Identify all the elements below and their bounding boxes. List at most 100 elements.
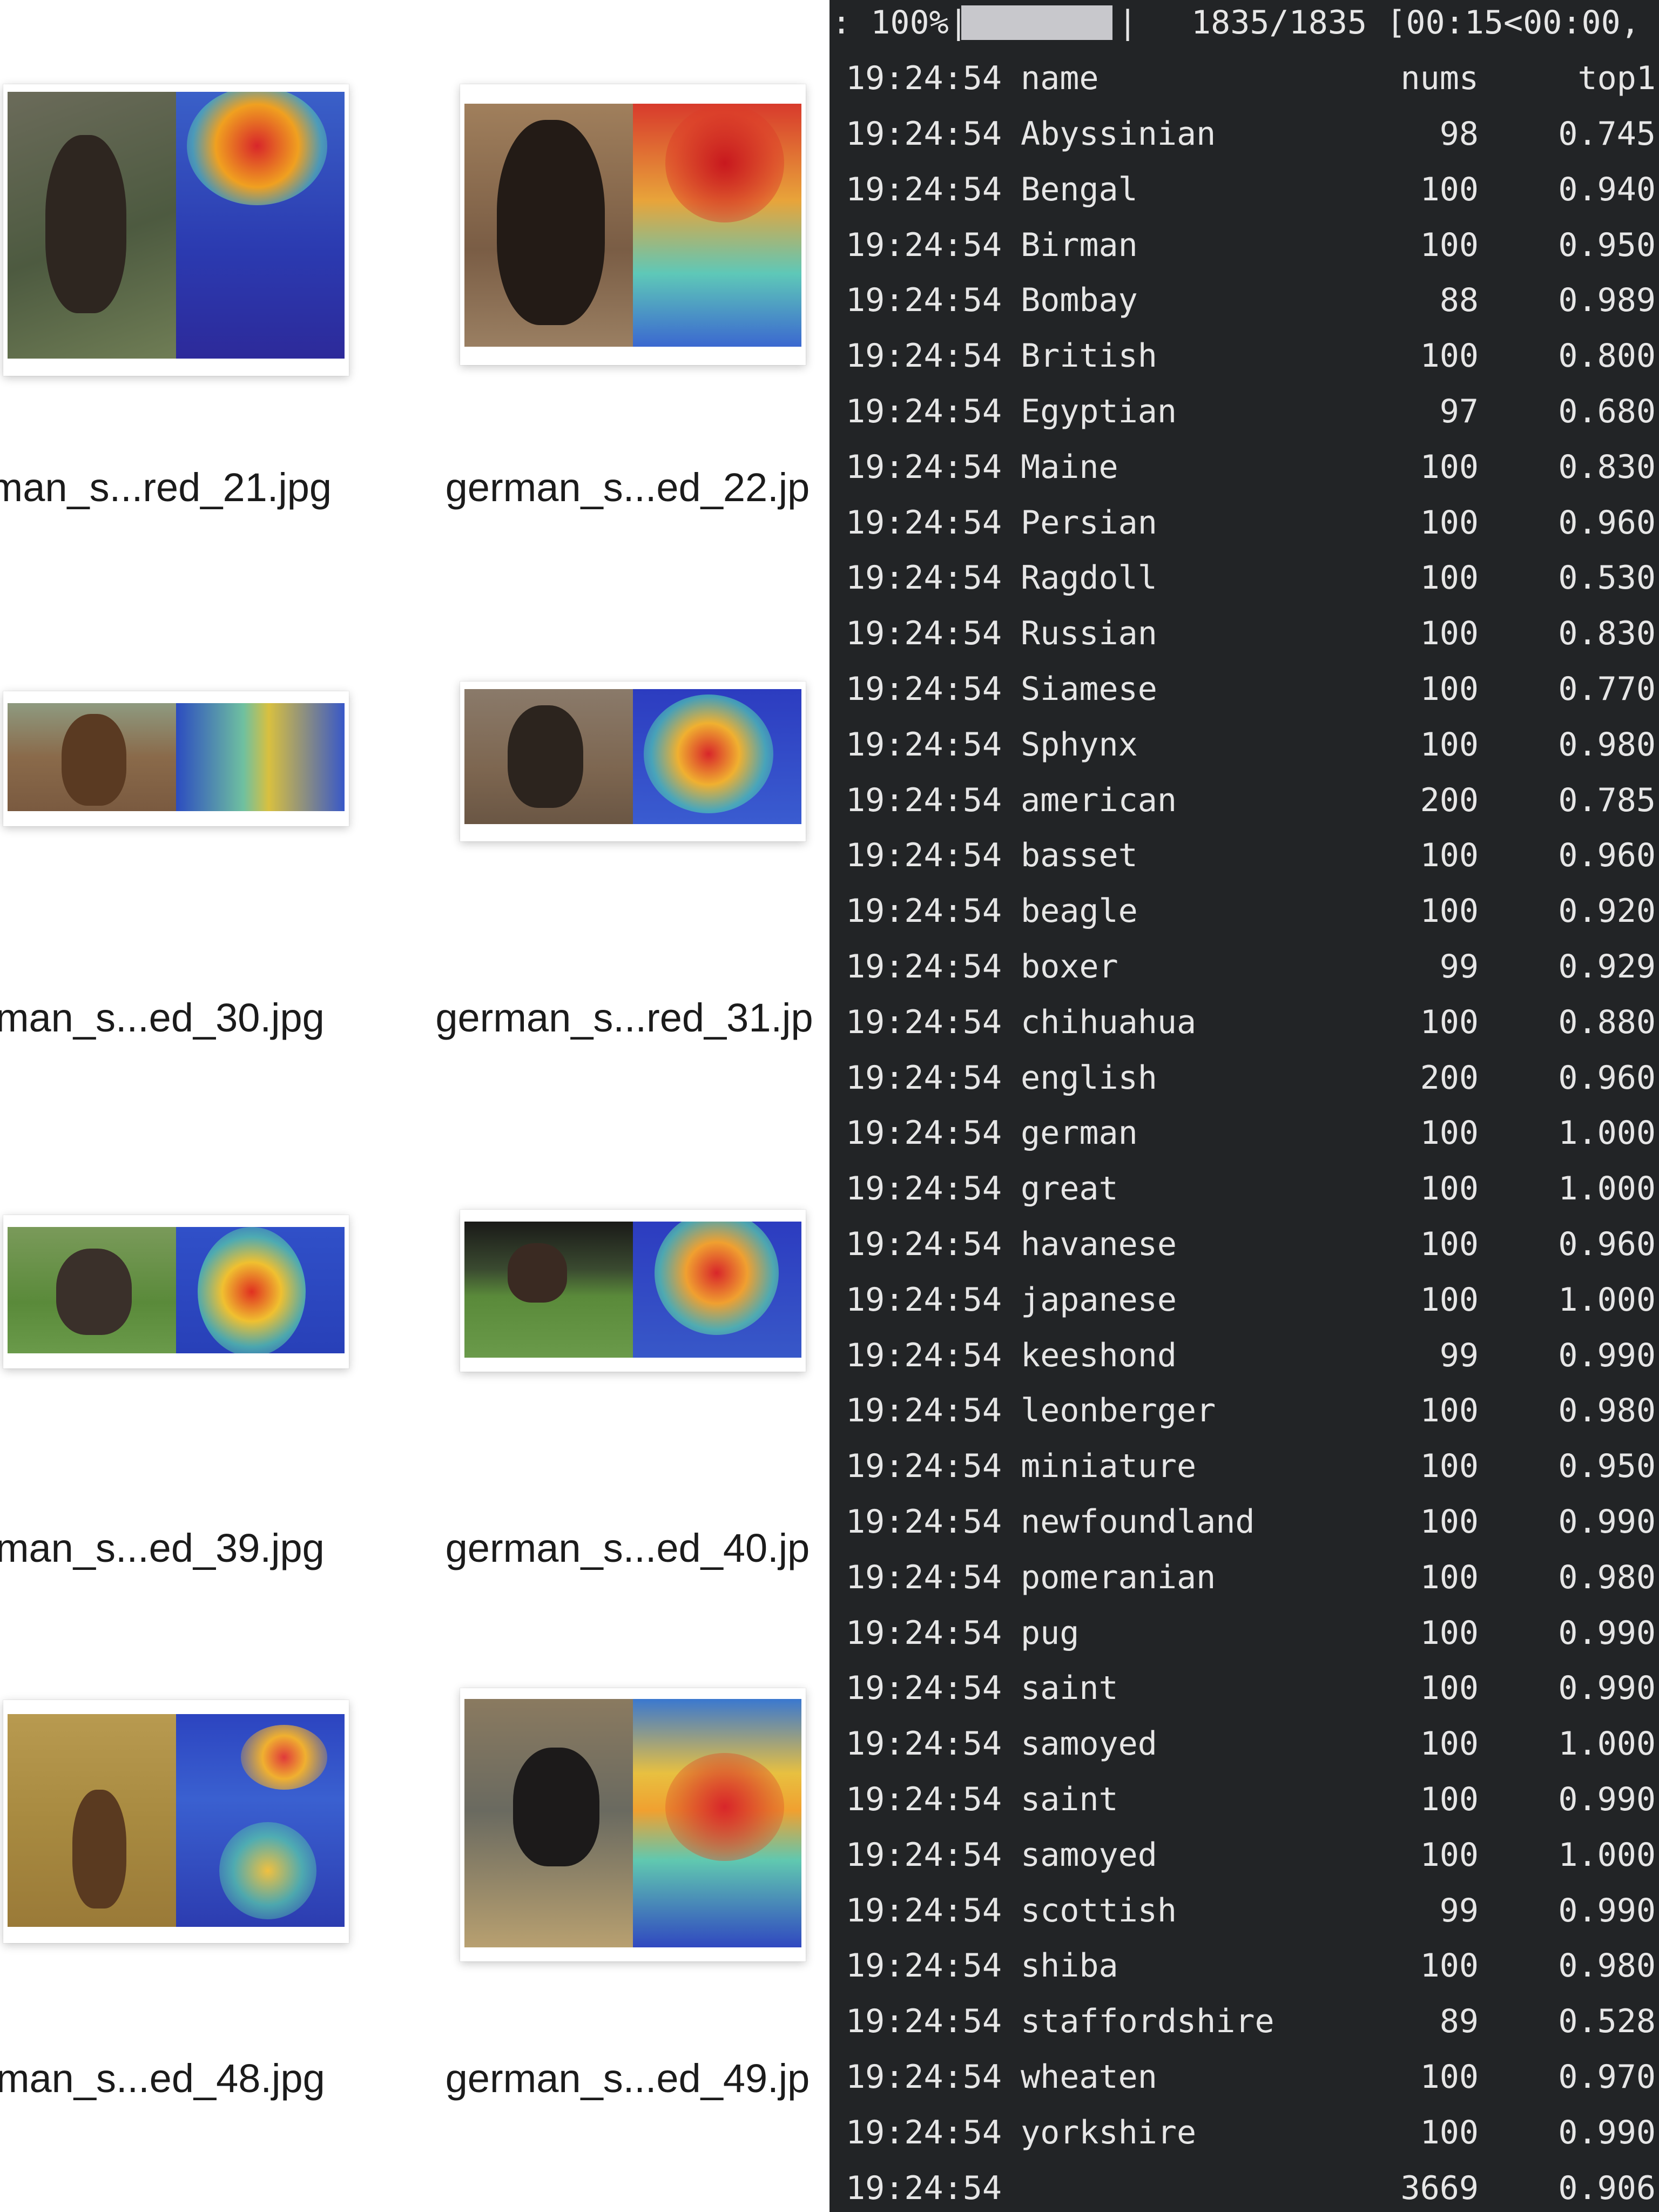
table-row: 19:24:54 pomeranian 100 0.980: [830, 1550, 1659, 1606]
class-name: Siamese: [1021, 670, 1157, 708]
photo-image: [8, 92, 176, 359]
file-thumbnail[interactable]: [460, 1210, 806, 1372]
class-name: saint: [1021, 1781, 1118, 1818]
class-name: beagle: [1021, 892, 1138, 930]
class-name: Persian: [1021, 503, 1157, 542]
timestamp: 19:24:54: [846, 1114, 1002, 1152]
class-name: Birman: [1021, 226, 1138, 264]
timestamp: 19:24:54: [846, 1503, 1002, 1541]
timestamp: 19:24:54: [846, 115, 1002, 153]
timestamp: 19:24:54: [846, 1392, 1002, 1430]
timestamp: 19:24:54: [846, 281, 1002, 320]
timestamp: 19:24:54: [846, 59, 1002, 97]
sample-count: 100: [1420, 615, 1479, 653]
class-name: leonberger: [1021, 1392, 1216, 1430]
class-name: japanese: [1021, 1280, 1177, 1319]
timestamp: 19:24:54: [846, 1781, 1002, 1818]
top1-accuracy: 0.770: [1558, 670, 1656, 708]
top1-accuracy: 1.000: [1558, 1280, 1656, 1319]
file-thumbnail[interactable]: [460, 682, 806, 841]
terminal-panel[interactable]: : 100%| | 1835/1835 [00:15<00:00, : 19:2…: [830, 0, 1659, 2212]
file-thumbnail[interactable]: [3, 691, 349, 826]
class-name: pug: [1021, 1614, 1080, 1652]
table-row: 19:24:54 Persian 100 0.960: [830, 495, 1659, 551]
timestamp: 19:24:54: [846, 725, 1002, 764]
timestamp: 19:24:54: [846, 226, 1002, 264]
top1-accuracy: 0.929: [1558, 948, 1656, 986]
timestamp: 19:24:54: [846, 2113, 1002, 2152]
timestamp: 19:24:54: [846, 1447, 1002, 1486]
sample-count: 97: [1439, 393, 1479, 430]
file-thumbnail[interactable]: [3, 1700, 349, 1943]
sample-count: 100: [1420, 1836, 1479, 1874]
class-name: samoyed: [1021, 1836, 1157, 1874]
top1-accuracy: 0.990: [1558, 1781, 1656, 1818]
timestamp: 19:24:54: [846, 337, 1002, 375]
photo-image: [8, 1227, 176, 1353]
heatmap-image: [176, 1714, 345, 1927]
top1-accuracy: 0.745: [1558, 115, 1656, 153]
file-thumbnail[interactable]: [460, 84, 806, 365]
table-row: 19:24:54 keeshond 99 0.990: [830, 1328, 1659, 1384]
top1-accuracy: 0.940: [1558, 170, 1656, 208]
table-row: 19:24:54 miniature 100 0.950: [830, 1439, 1659, 1494]
sample-count: 99: [1439, 948, 1479, 986]
sample-count: 100: [1420, 1781, 1479, 1818]
heatmap-image: [633, 689, 801, 824]
table-row: 19:24:54 havanese 100 0.960: [830, 1217, 1659, 1272]
table-row: 19:24:54 Birman 100 0.950: [830, 218, 1659, 273]
progress-counts: 1835/1835 [00:15<00:00, :: [1191, 4, 1659, 42]
class-name: Bengal: [1021, 170, 1138, 208]
top1-accuracy: 0.960: [1558, 503, 1656, 542]
class-name: wheaten: [1021, 2058, 1157, 2096]
sample-count: 99: [1439, 1891, 1479, 1930]
timestamp: 19:24:54: [846, 448, 1002, 486]
table-row: 19:24:54 pug 100 0.990: [830, 1606, 1659, 1661]
table-row: 19:24:54 boxer 99 0.929: [830, 939, 1659, 995]
top1-accuracy: 0.785: [1558, 781, 1656, 819]
file-name-label: rman_s...ed_48.jpg: [0, 2056, 325, 2101]
photo-image: [8, 703, 176, 811]
file-thumbnail[interactable]: [3, 1215, 349, 1368]
timestamp: 19:24:54: [846, 1614, 1002, 1652]
timestamp: 19:24:54: [846, 670, 1002, 708]
sample-count: 100: [1420, 837, 1479, 875]
top1-accuracy: 0.990: [1558, 1336, 1656, 1374]
sample-count: 100: [1420, 1003, 1479, 1041]
timestamp: 19:24:54: [846, 1558, 1002, 1596]
table-row: 19:24:54 scottish 99 0.990: [830, 1883, 1659, 1939]
class-name: great: [1021, 1170, 1118, 1208]
table-row: 19:24:54 3669 0.906: [830, 2161, 1659, 2212]
table-row: 19:24:54 staffordshire 89 0.528: [830, 1994, 1659, 2049]
sample-count: 100: [1420, 2113, 1479, 2152]
top1-accuracy: 0.980: [1558, 1947, 1656, 1985]
file-name-label: rman_s...red_21.jpg: [0, 465, 332, 510]
file-grid: rman_s...red_21.jpg german_s...ed_22.jp …: [0, 0, 830, 2212]
file-thumbnail[interactable]: [460, 1688, 806, 1961]
top1-accuracy: 0.980: [1558, 1558, 1656, 1596]
timestamp: 19:24:54: [846, 1947, 1002, 1985]
table-row: 19:24:54 Maine 100 0.830: [830, 440, 1659, 495]
top1-accuracy: 0.980: [1558, 1392, 1656, 1430]
timestamp: 19:24:54: [846, 1725, 1002, 1763]
class-name: samoyed: [1021, 1725, 1157, 1763]
sample-count: 100: [1420, 1392, 1479, 1430]
timestamp: 19:24:54: [846, 1170, 1002, 1208]
progress-bar: [961, 5, 1112, 40]
sample-count: 100: [1420, 1447, 1479, 1486]
table-row: 19:24:54 wheaten 100 0.970: [830, 2049, 1659, 2105]
table-row: 19:24:54 saint 100 0.990: [830, 1661, 1659, 1716]
file-name-label: german_s...ed_40.jp: [445, 1526, 810, 1570]
photo-image: [464, 104, 633, 347]
photo-image: [464, 689, 633, 824]
top1-accuracy: 0.990: [1558, 1669, 1656, 1708]
table-row: 19:24:54 shiba 100 0.980: [830, 1938, 1659, 1994]
table-row: 19:24:54 Bombay 88 0.989: [830, 273, 1659, 328]
column-header-top1: top1: [1577, 59, 1656, 97]
sample-count: 99: [1439, 1336, 1479, 1374]
sample-count: 100: [1420, 559, 1479, 597]
top1-accuracy: 0.990: [1558, 2113, 1656, 2152]
file-thumbnail[interactable]: [3, 84, 349, 376]
timestamp: 19:24:54: [846, 1836, 1002, 1874]
table-row: 19:24:54 Abyssinian 98 0.745: [830, 106, 1659, 162]
